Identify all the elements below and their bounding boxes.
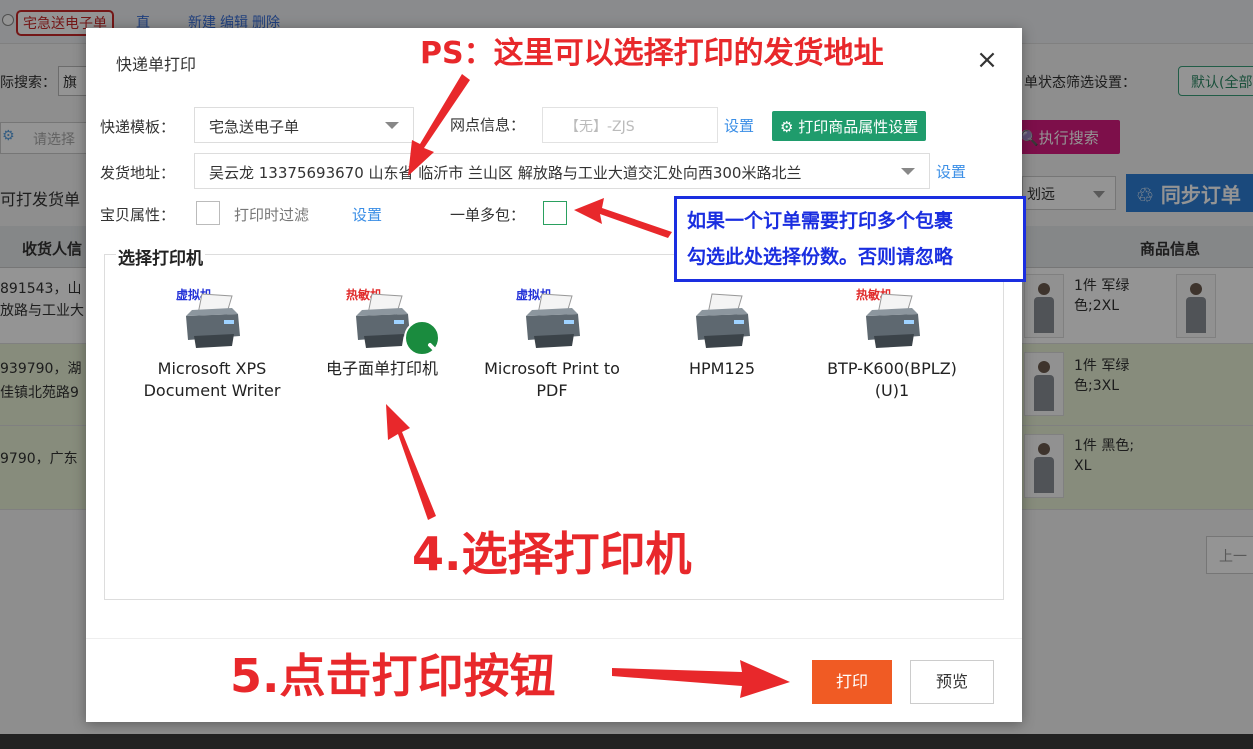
printer-section-title: 选择打印机 [116,244,205,269]
chevron-down-icon [901,168,915,175]
template-label: 快递模板： [100,118,176,136]
outlet-label: 网点信息： [450,116,526,134]
item-attr-checkbox[interactable] [196,201,220,225]
annotation-step4: 4.选择打印机 [412,527,692,581]
printer-icon [526,293,580,348]
item-attr-label: 宝贝属性： [100,206,176,224]
printer-icon [186,293,240,348]
outlet-input[interactable]: 【无】-ZJS [542,107,718,143]
multi-pack-checkbox[interactable] [543,201,567,225]
printer-name: Microsoft Print to PDF [484,359,620,400]
sender-address-value: 吴云龙 13375693670 山东省 临沂市 兰山区 解放路与工业大道交汇处向… [209,164,802,182]
printer-name: 电子面单打印机 [325,359,438,378]
gear-icon: ⚙ [780,118,794,136]
item-attr-settings-link[interactable]: 设置 [352,204,382,225]
close-icon[interactable]: × [974,47,1000,74]
print-button[interactable]: 打印 [812,660,892,704]
outlet-settings-link[interactable]: 设置 [724,115,754,136]
template-select-value: 宅急送电子单 [209,118,300,136]
printer-icon [866,293,920,348]
printer-name: HPM125 [688,359,756,378]
goods-attr-settings-label: 打印商品属性设置 [798,118,919,136]
template-select[interactable]: 宅急送电子单 [194,107,414,143]
printer-name: Microsoft XPS Document Writer [143,359,281,400]
annotation-note-line: 如果一个订单需要打印多个包裹 [687,210,954,232]
sender-address-select[interactable]: 吴云龙 13375693670 山东省 临沂市 兰山区 解放路与工业大道交汇处向… [194,153,930,189]
printer-name: BTP-K600(BPLZ) (U)1 [827,359,957,400]
printer-option[interactable]: 热敏机 电子面单打印机 [302,286,462,396]
goods-attr-settings-button[interactable]: ⚙ 打印商品属性设置 [772,111,927,141]
annotation-note-line: 勾选此处选择份数。否则请忽略 [687,246,954,268]
printer-icon [696,293,750,348]
annotation-ps: PS：这里可以选择打印的发货地址 [420,36,884,71]
preview-button[interactable]: 预览 [910,660,994,704]
chevron-down-icon [385,122,399,129]
printer-option[interactable]: 虚拟机 Microsoft XPS Document Writer [132,286,292,400]
multi-pack-label: 一单多包： [450,206,526,224]
annotation-step5: 5.点击打印按钮 [230,649,556,703]
print-filter-label: 打印时过滤 [234,206,310,224]
sender-settings-link[interactable]: 设置 [936,161,966,182]
sender-address-label: 发货地址： [100,164,176,182]
dialog-title: 快递单打印 [116,55,197,74]
printer-option[interactable]: 虚拟机 Microsoft Print to PDF [472,286,632,400]
annotation-note-box: 如果一个订单需要打印多个包裹 勾选此处选择份数。否则请忽略 [674,196,1026,282]
printer-option[interactable]: 热敏机 BTP-K600(BPLZ) (U)1 [812,286,972,400]
selected-check-icon [404,320,449,356]
printer-option[interactable]: HPM125 [642,286,802,396]
express-print-dialog: 快递单打印 × 快递模板： 宅急送电子单 网点信息： 【无】-ZJS 设置 ⚙ … [86,28,1022,722]
